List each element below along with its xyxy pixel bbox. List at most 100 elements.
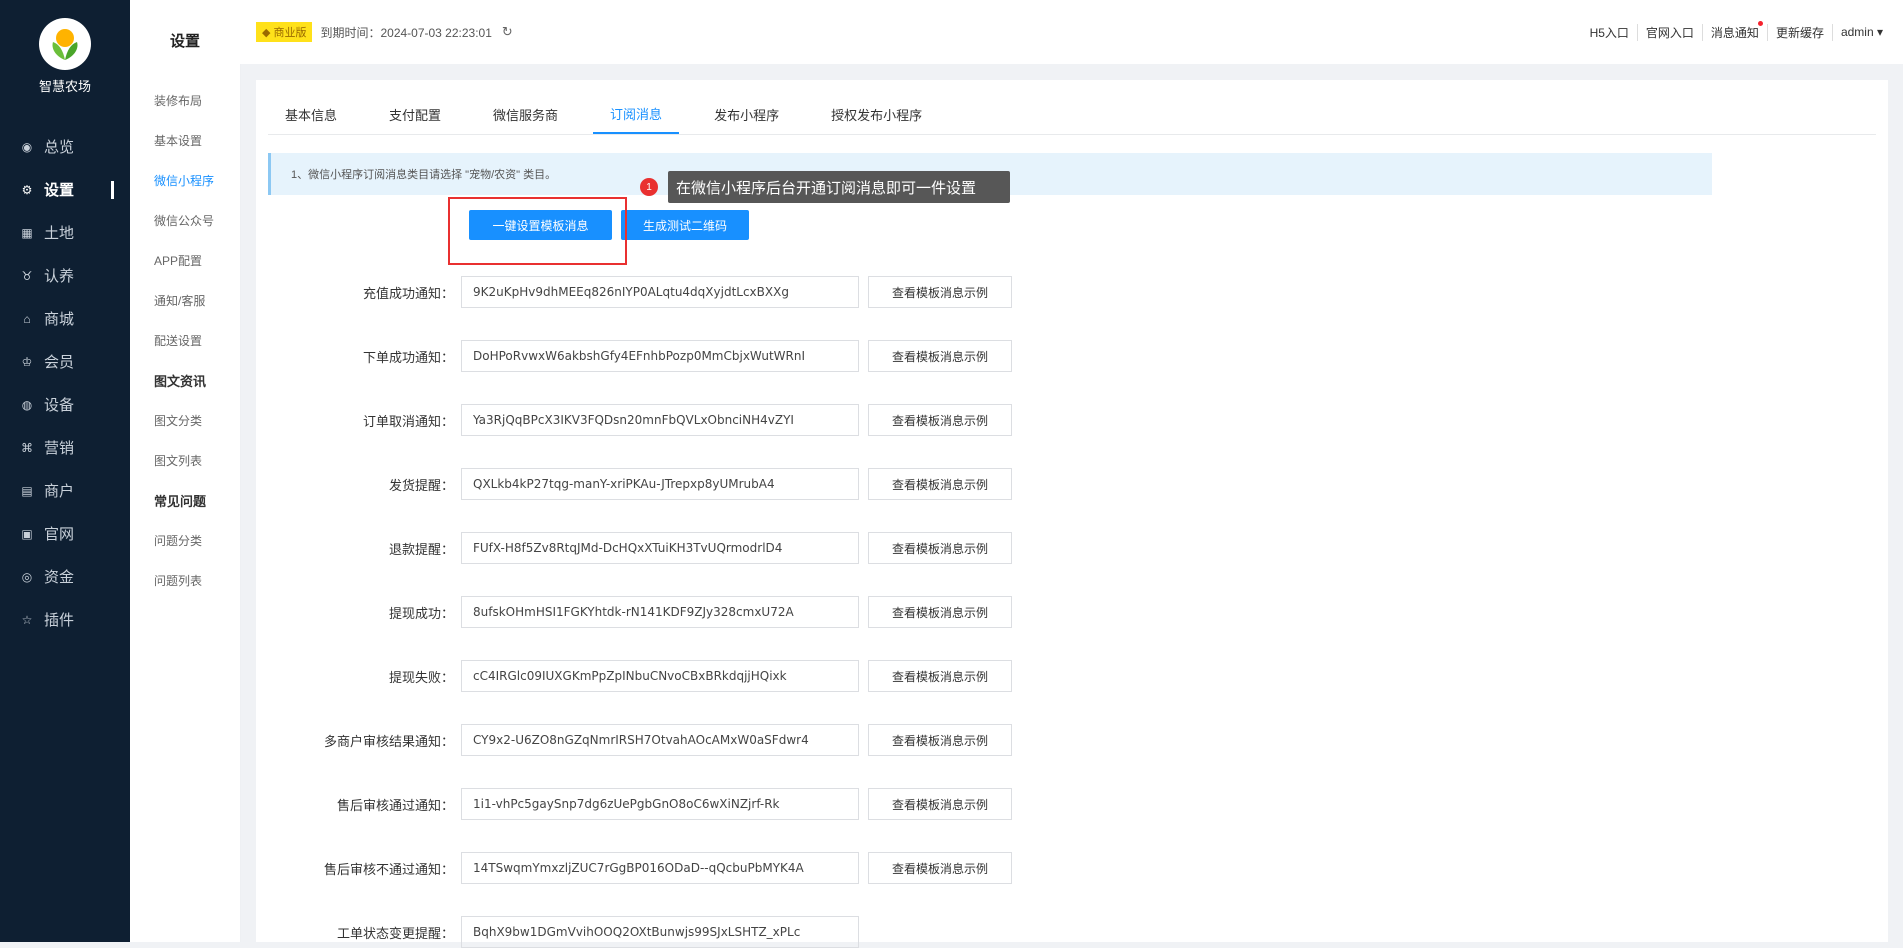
- view-template-example-button[interactable]: 查看模板消息示例: [868, 340, 1012, 372]
- top-links: H5入口 官网入口 消息通知 更新缓存 admin ▾: [1582, 20, 1903, 41]
- main-nav: ◉ 总览 ⚙ 设置 ▦ 土地 ♉ 认养 ⌂ 商城 ♔ 会员 ◍ 设备 ⌘ 营销 ▤ 商户 ▣ 官网 ◎ 资金 ☆ 插件: [0, 125, 130, 641]
- template-id-input[interactable]: QXLkb4kP27tqg-manY-xriPKAu-JTrepxp8yUMru…: [461, 468, 859, 500]
- nav-item[interactable]: ⚙ 设置: [0, 168, 130, 211]
- tab[interactable]: 微信服务商: [476, 94, 575, 134]
- view-template-example-button[interactable]: 查看模板消息示例: [868, 468, 1012, 500]
- field-label: 下单成功通知：: [362, 349, 454, 365]
- top-link-label: 消息通知: [1710, 25, 1759, 40]
- template-field-row: 充值成功通知： 9K2uKpHv9dhMEEq826nIYP0ALqtu4dqXy…: [256, 276, 1012, 308]
- subnav-item[interactable]: 微信公众号: [130, 200, 240, 240]
- nav-item-label: 营销: [44, 440, 75, 457]
- subnav-item[interactable]: 问题列表: [130, 560, 240, 600]
- subnav-list: 装修布局 基本设置 微信小程序 微信公众号 APP配置 通知/客服 配送设置图文资讯图文分类…: [130, 80, 240, 600]
- subnav-item[interactable]: 通知/客服: [130, 280, 240, 320]
- tab[interactable]: 订阅消息: [593, 94, 680, 134]
- nav-item-label: 插件: [44, 612, 75, 629]
- nav-item-label: 土地: [44, 225, 75, 242]
- nav-item-label: 商城: [44, 311, 75, 328]
- subnav-item[interactable]: 图文分类: [130, 400, 240, 440]
- subnav-item[interactable]: 问题分类: [130, 520, 240, 560]
- view-template-example-button[interactable]: 查看模板消息示例: [868, 852, 1012, 884]
- unread-dot: [1757, 20, 1763, 26]
- nav-item[interactable]: ▣ 官网: [0, 512, 130, 555]
- notifications-link[interactable]: 消息通知: [1703, 20, 1768, 41]
- view-template-example-button[interactable]: 查看模板消息示例: [868, 404, 1012, 436]
- view-template-example-button[interactable]: 查看模板消息示例: [868, 788, 1012, 820]
- refresh-icon[interactable]: ↻: [502, 24, 513, 40]
- website-entry-link[interactable]: 官网入口: [1638, 23, 1703, 41]
- template-id-input[interactable]: Ya3RjQqBPcX3IKV3FQDsn20mnFbQVLxObnciNH4v…: [461, 404, 859, 436]
- template-id-input[interactable]: 1i1-vhPc5gaySnp7dg6zUePgbGnO8oC6wXiNZjrf…: [461, 788, 859, 820]
- nav-item[interactable]: ⌂ 商城: [0, 297, 130, 340]
- h5-entry-link[interactable]: H5入口: [1582, 23, 1638, 41]
- refresh-cache-link[interactable]: 更新缓存: [1768, 23, 1833, 41]
- template-field-row: 售后审核通过通知： 1i1-vhPc5gaySnp7dg6zUePgbGnO8oC…: [256, 788, 1012, 820]
- nav-item[interactable]: ♔ 会员: [0, 340, 130, 383]
- grid-icon: ▦: [21, 225, 33, 240]
- template-field-row: 订单取消通知： Ya3RjQqBPcX3IKV3FQDsn20mnFbQVLxOb…: [256, 404, 1012, 436]
- settings-tabs: 基本信息 支付配置 微信服务商 订阅消息 发布小程序 授权发布小程序: [268, 94, 1876, 135]
- diamond-icon: ◆: [262, 26, 271, 39]
- template-id-input[interactable]: BqhX9bw1DGmVvihOOQ2OXtBunwjs99SJxLSHTZ_x…: [461, 916, 859, 948]
- nav-item-label: 设置: [44, 182, 75, 199]
- template-field-row: 发货提醒： QXLkb4kP27tqg-manY-xriPKAu-JTrepxp8…: [256, 468, 1012, 500]
- field-label: 充值成功通知：: [362, 285, 454, 301]
- template-field-row: 下单成功通知： DoHPoRvwxW6akbshGfy4EFnhbPozp0MmC…: [256, 340, 1012, 372]
- nav-item[interactable]: ◎ 资金: [0, 555, 130, 598]
- template-field-row: 退款提醒： FUfX-H8f5Zv8RtqJMd-DcHQxXTuiKH3TvUQ…: [256, 532, 1012, 564]
- tab[interactable]: 支付配置: [372, 94, 458, 134]
- nav-item-label: 官网: [44, 526, 75, 543]
- view-template-example-button[interactable]: 查看模板消息示例: [868, 596, 1012, 628]
- subnav-item[interactable]: 图文列表: [130, 440, 240, 480]
- field-label: 工单状态变更提醒：: [336, 925, 454, 941]
- template-field-row: 提现失败： cC4IRGlc09IUXGKmPpZpINbuCNvoCBxBRkd…: [256, 660, 1012, 692]
- template-id-input[interactable]: CY9x2-U6ZO8nGZqNmrIRSH7OtvahAOcAMxW0aSFd…: [461, 724, 859, 756]
- field-label: 多商户审核结果通知：: [323, 733, 454, 749]
- field-label: 发货提醒：: [388, 477, 454, 493]
- nav-item[interactable]: ◍ 设备: [0, 383, 130, 426]
- field-label: 售后审核通过通知：: [336, 797, 454, 813]
- brand-name: 智慧农场: [38, 79, 91, 94]
- nav-item[interactable]: ♉ 认养: [0, 254, 130, 297]
- tab[interactable]: 发布小程序: [697, 94, 796, 134]
- brand-logo[interactable]: 智慧农场: [0, 0, 130, 95]
- nav-item[interactable]: ◉ 总览: [0, 125, 130, 168]
- admin-menu[interactable]: admin ▾: [1833, 25, 1891, 39]
- subnav-title: 设置: [169, 32, 200, 50]
- subnav-item[interactable]: APP配置: [130, 240, 240, 280]
- template-id-input[interactable]: 14TSwqmYmxzljZUC7rGgBP016ODaD--qQcbuPbMY…: [461, 852, 859, 884]
- view-template-example-button[interactable]: 查看模板消息示例: [868, 724, 1012, 756]
- subnav-item[interactable]: 配送设置: [130, 320, 240, 360]
- generate-test-qr-button[interactable]: 生成测试二维码: [621, 210, 749, 240]
- subnav-item[interactable]: 微信小程序: [130, 160, 240, 200]
- view-template-example-button[interactable]: 查看模板消息示例: [868, 660, 1012, 692]
- top-link-label: H5入口: [1589, 25, 1629, 40]
- view-template-example-button[interactable]: 查看模板消息示例: [868, 532, 1012, 564]
- nav-item-label: 认养: [44, 268, 75, 285]
- subnav-item[interactable]: 装修布局: [130, 80, 240, 120]
- field-label: 售后审核不通过通知：: [323, 861, 454, 877]
- edition-label: 商业版: [273, 27, 307, 39]
- subnav-group-title: 图文资讯: [154, 373, 207, 389]
- subnav-item[interactable]: 基本设置: [130, 120, 240, 160]
- marketing-icon: ⌘: [21, 440, 33, 455]
- nav-item-label: 商户: [44, 483, 75, 500]
- tab[interactable]: 基本信息: [268, 94, 354, 134]
- template-id-input[interactable]: DoHPoRvwxW6akbshGfy4EFnhbPozp0MmCbjxWutW…: [461, 340, 859, 372]
- nav-item[interactable]: ☆ 插件: [0, 598, 130, 641]
- template-id-input[interactable]: 9K2uKpHv9dhMEEq826nIYP0ALqtu4dqXyjdtLcxB…: [461, 276, 859, 308]
- view-template-example-button[interactable]: 查看模板消息示例: [868, 276, 1012, 308]
- template-id-input[interactable]: 8ufskOHmHSI1FGKYhtdk-rN141KDF9ZJy328cmxU…: [461, 596, 859, 628]
- nav-item[interactable]: ⌘ 营销: [0, 426, 130, 469]
- shop-icon: ⌂: [23, 311, 31, 326]
- template-id-input[interactable]: cC4IRGlc09IUXGKmPpZpINbuCNvoCBxBRkdqjjHQ…: [461, 660, 859, 692]
- template-id-input[interactable]: FUfX-H8f5Zv8RtqJMd-DcHQxXTuiKH3TvUQrmodr…: [461, 532, 859, 564]
- top-link-label: admin ▾: [1840, 25, 1883, 39]
- subnav-group-title: 常见问题: [154, 493, 207, 509]
- nav-item[interactable]: ▤ 商户: [0, 469, 130, 512]
- member-icon: ♔: [21, 354, 33, 369]
- nav-item[interactable]: ▦ 土地: [0, 211, 130, 254]
- field-label: 提现成功：: [388, 605, 454, 621]
- tab[interactable]: 授权发布小程序: [814, 94, 939, 134]
- edition-badge: ◆ 商业版: [256, 22, 313, 42]
